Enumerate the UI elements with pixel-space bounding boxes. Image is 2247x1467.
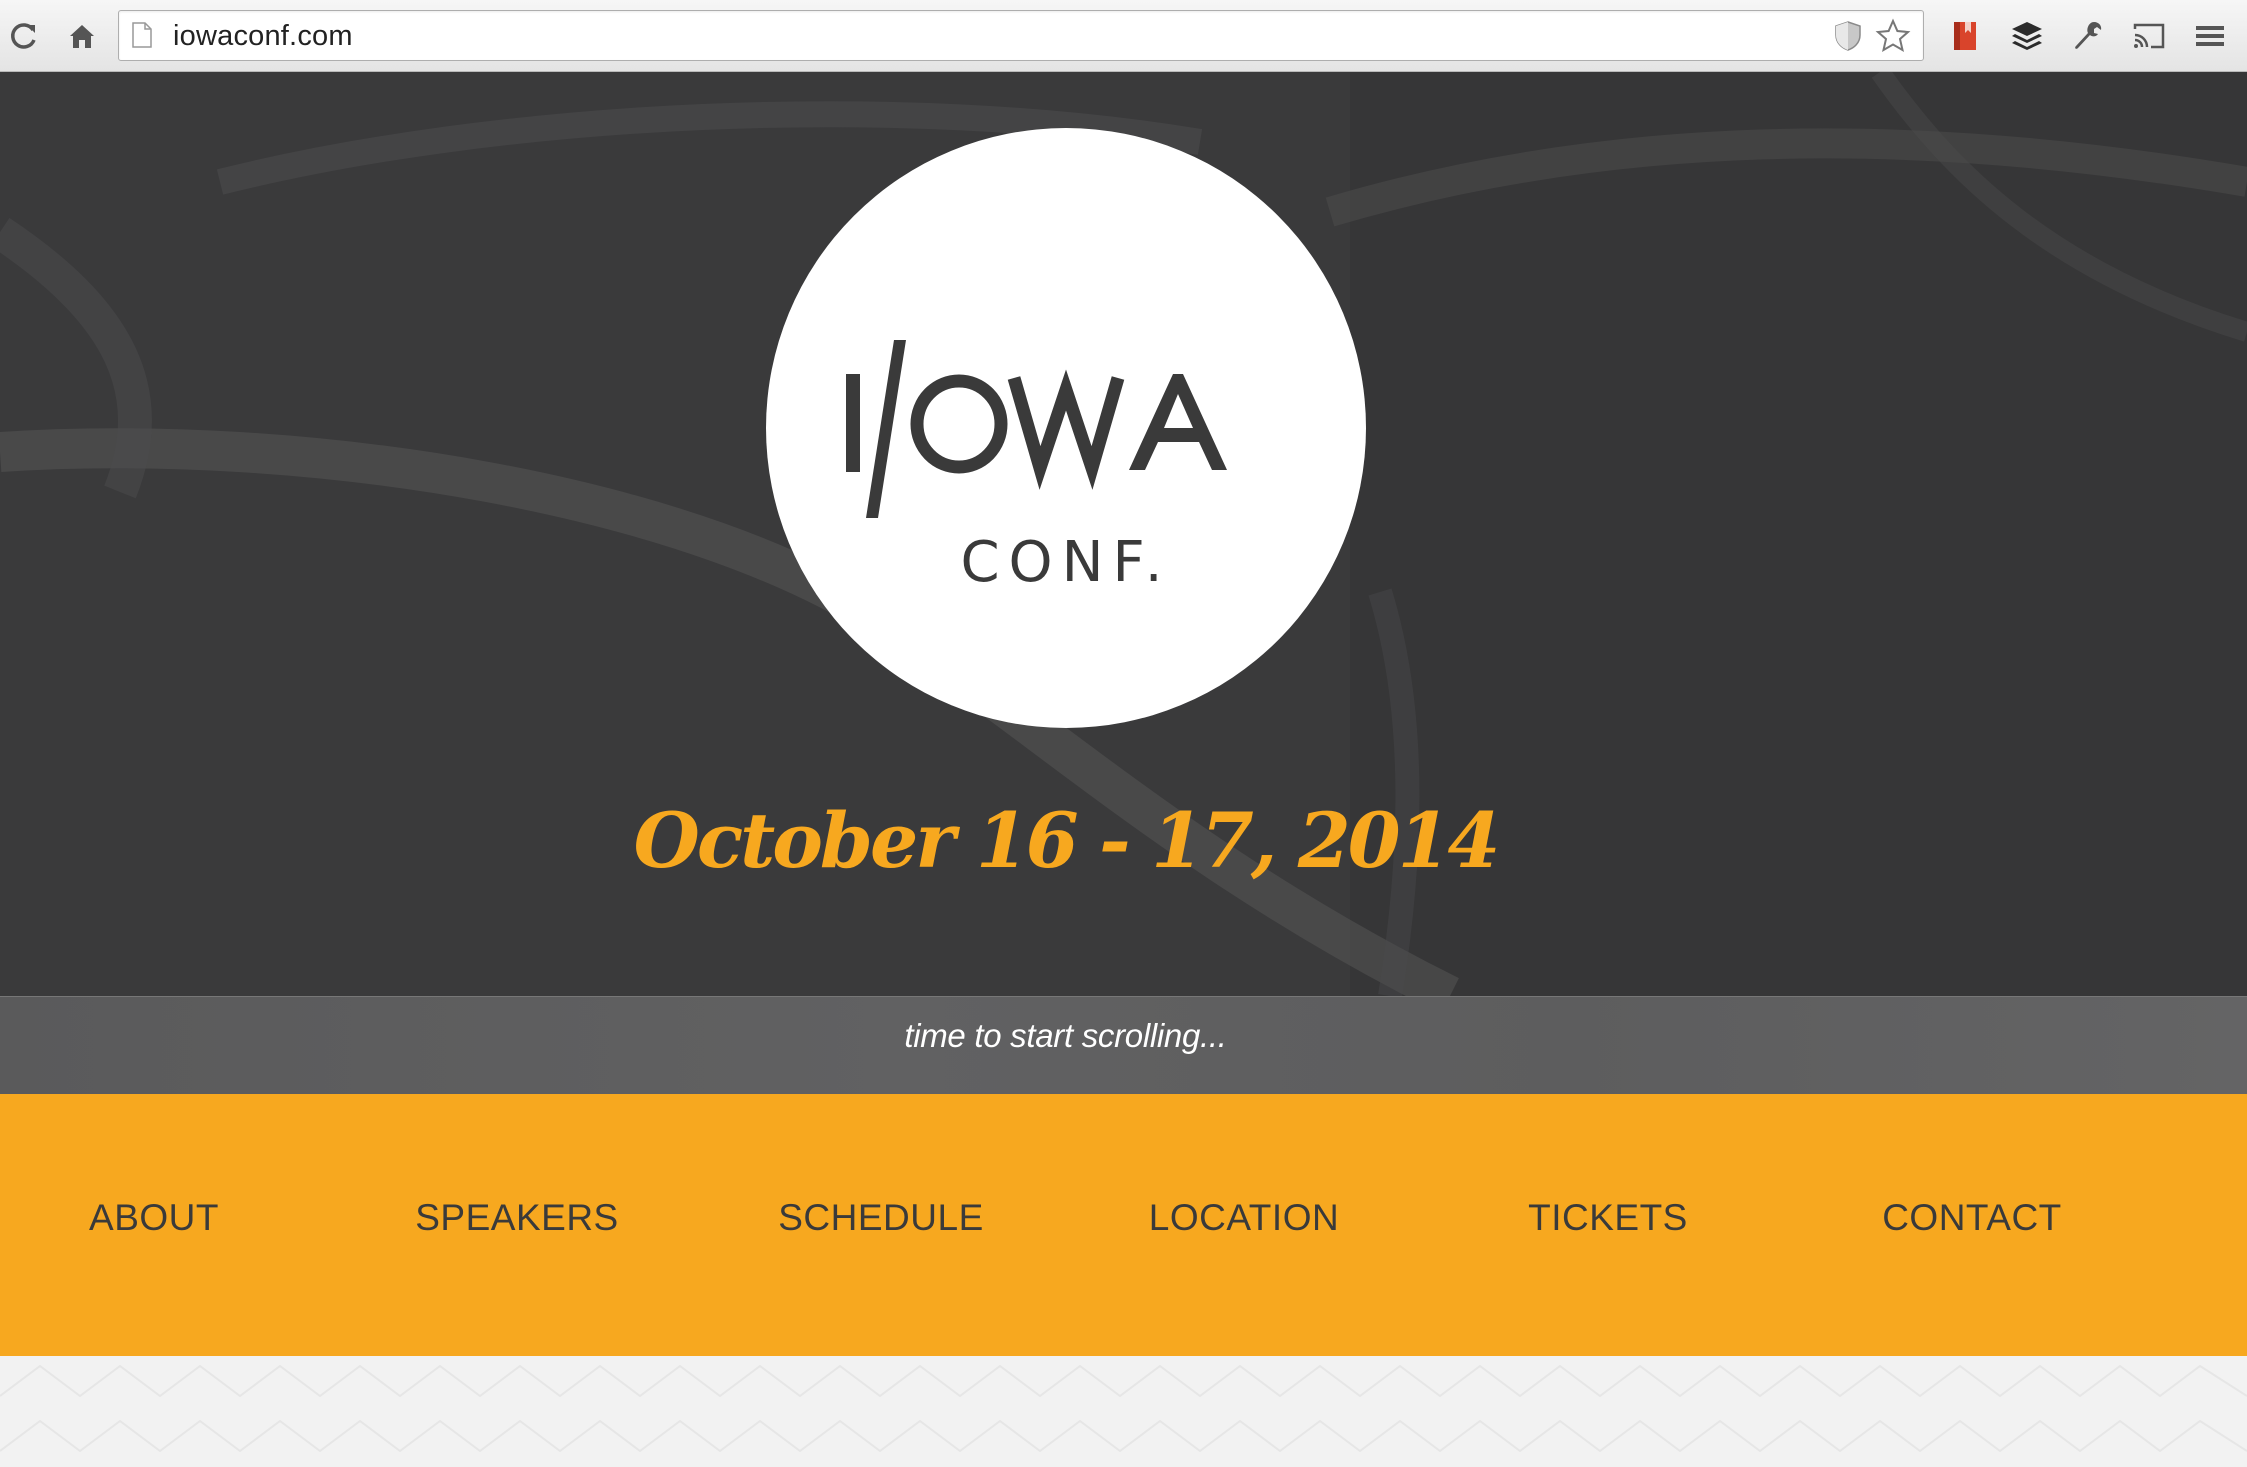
content-background — [0, 1356, 2247, 1462]
scroll-hint-band: time to start scrolling... — [0, 996, 2247, 1094]
main-nav: ABOUT SPEAKERS SCHEDULE LOCATION TICKETS… — [0, 1094, 2247, 1356]
logo-wordmark — [846, 340, 1227, 518]
reload-icon[interactable] — [2, 14, 46, 58]
wrench-icon[interactable] — [2066, 14, 2110, 58]
bookmark-extension-icon[interactable] — [1943, 14, 1987, 58]
hero-section: CONF. October 16 - 17, 2014 — [0, 72, 2247, 996]
hamburger-menu-icon[interactable] — [2188, 14, 2232, 58]
nav-item-tickets[interactable]: TICKETS — [1428, 1197, 1788, 1239]
nav-item-about[interactable]: ABOUT — [0, 1197, 334, 1239]
star-icon[interactable] — [1875, 18, 1911, 54]
shield-icon[interactable] — [1833, 20, 1863, 52]
buffer-extension-icon[interactable] — [2005, 14, 2049, 58]
page-icon — [132, 22, 152, 48]
nav-item-location[interactable]: LOCATION — [1064, 1197, 1424, 1239]
nav-item-contact[interactable]: CONTACT — [1792, 1197, 2152, 1239]
url-text[interactable]: iowaconf.com — [173, 20, 353, 53]
logo-badge[interactable]: CONF. — [766, 128, 1366, 728]
address-bar[interactable]: iowaconf.com — [118, 10, 1924, 61]
home-icon[interactable] — [60, 14, 104, 58]
cast-icon[interactable] — [2127, 14, 2171, 58]
nav-item-speakers[interactable]: SPEAKERS — [337, 1197, 697, 1239]
chevron-pattern — [0, 1364, 2247, 1453]
event-date: October 16 - 17, 2014 — [633, 796, 1501, 885]
logo-subtitle: CONF. — [960, 530, 1172, 595]
scroll-hint-text: time to start scrolling... — [904, 1017, 1227, 1054]
browser-toolbar: iowaconf.com — [0, 0, 2247, 72]
nav-item-schedule[interactable]: SCHEDULE — [701, 1197, 1061, 1239]
